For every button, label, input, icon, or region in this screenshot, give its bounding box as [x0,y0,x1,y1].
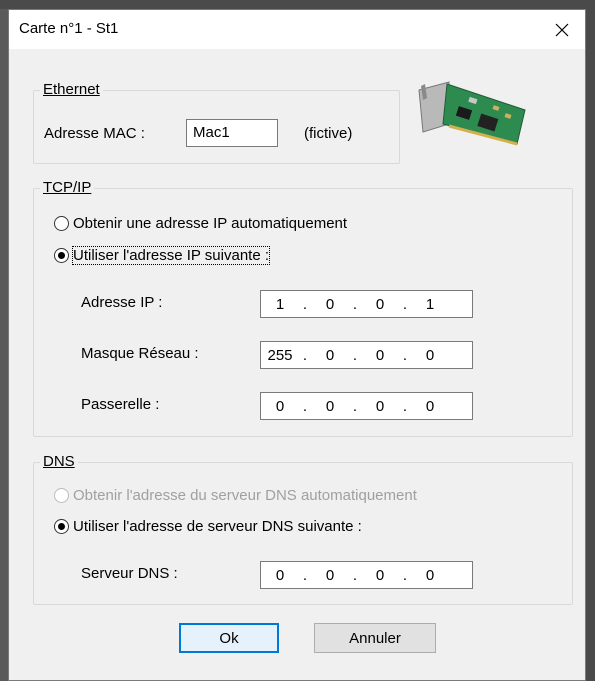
dns-auto-radio-label: Obtenir l'adresse du serveur DNS automat… [73,486,417,504]
ip-dot: . [402,295,408,313]
ip-dot: . [302,295,308,313]
ethernet-group: Ethernet Adresse MAC : Mac1 (fictive) [33,81,400,164]
mac-fictive-note: (fictive) [304,125,353,142]
desktop-backdrop-top [0,0,595,9]
ip-dot: . [402,397,408,415]
dns-octet-1: 0 [275,566,285,584]
dns-group: DNS Obtenir l'adresse du serveur DNS aut… [33,453,573,605]
ip-dot: . [352,397,358,415]
mac-address-field[interactable]: Mac1 [186,119,278,147]
netmask-field[interactable]: 255. 0. 0. 0 [260,341,473,369]
ip-dot: . [352,346,358,364]
close-icon [555,23,569,36]
window-title: Carte n°1 - St1 [19,20,119,37]
mask-octet-4: 0 [425,346,435,364]
mask-octet-2: 0 [325,346,335,364]
netmask-label: Masque Réseau : [81,345,199,362]
dialog-window: Carte n°1 - St1 Ethernet Adresse MAC : M… [8,9,586,681]
close-button[interactable] [539,10,585,49]
dns-server-label: Serveur DNS : [81,565,178,582]
ip-manual-radio[interactable] [54,247,69,263]
dns-server-field[interactable]: 0. 0. 0. 0 [260,561,473,589]
dns-manual-radio[interactable] [54,518,69,534]
ip-dot: . [302,346,308,364]
gateway-octet-4: 0 [425,397,435,415]
ip-octet-4: 1 [425,295,435,313]
tcpip-group: TCP/IP Obtenir une adresse IP automatiqu… [33,179,573,437]
ip-auto-radio-label: Obtenir une adresse IP automatiquement [73,214,348,232]
dns-octet-4: 0 [425,566,435,584]
ip-dot: . [352,295,358,313]
ethernet-legend: Ethernet [40,81,103,99]
mac-label: Adresse MAC : [44,125,145,142]
ip-auto-radio[interactable] [54,215,69,231]
dns-octet-3: 0 [375,566,385,584]
gateway-octet-2: 0 [325,397,335,415]
cancel-button[interactable]: Annuler [314,623,436,653]
ip-dot: . [302,397,308,415]
network-card-icon [418,81,526,146]
ip-octet-2: 0 [325,295,335,313]
ip-address-label: Adresse IP : [81,294,163,311]
ip-dot: . [402,566,408,584]
tcpip-legend-text: TCP/IP [43,179,92,196]
dns-manual-radio-row[interactable]: Utiliser l'adresse de serveur DNS suivan… [54,516,362,536]
tcpip-legend: TCP/IP [40,179,95,197]
ip-octet-1: 1 [275,295,285,313]
dns-octet-2: 0 [325,566,335,584]
ok-button[interactable]: Ok [179,623,279,653]
dns-manual-radio-label: Utiliser l'adresse de serveur DNS suivan… [73,517,362,535]
ip-octet-3: 0 [375,295,385,313]
mask-octet-3: 0 [375,346,385,364]
dns-legend: DNS [40,453,78,471]
ip-auto-radio-row[interactable]: Obtenir une adresse IP automatiquement [54,213,347,233]
desktop-backdrop-right [586,0,595,681]
dns-auto-radio[interactable] [54,487,69,503]
ip-dot: . [402,346,408,364]
ip-dot: . [352,566,358,584]
dns-auto-radio-row[interactable]: Obtenir l'adresse du serveur DNS automat… [54,485,417,505]
ip-manual-radio-label: Utiliser l'adresse IP suivante : [71,245,271,265]
ip-manual-radio-row[interactable]: Utiliser l'adresse IP suivante : [54,245,271,265]
gateway-octet-3: 0 [375,397,385,415]
ethernet-legend-text: Ethernet [43,81,100,98]
ip-address-field[interactable]: 1. 0. 0. 1 [260,290,473,318]
mask-octet-1: 255 [267,346,293,364]
gateway-label: Passerelle : [81,396,160,413]
gateway-octet-1: 0 [275,397,285,415]
gateway-field[interactable]: 0. 0. 0. 0 [260,392,473,420]
title-bar[interactable]: Carte n°1 - St1 [9,10,585,49]
ip-dot: . [302,566,308,584]
dns-legend-text: DNS [43,453,75,470]
